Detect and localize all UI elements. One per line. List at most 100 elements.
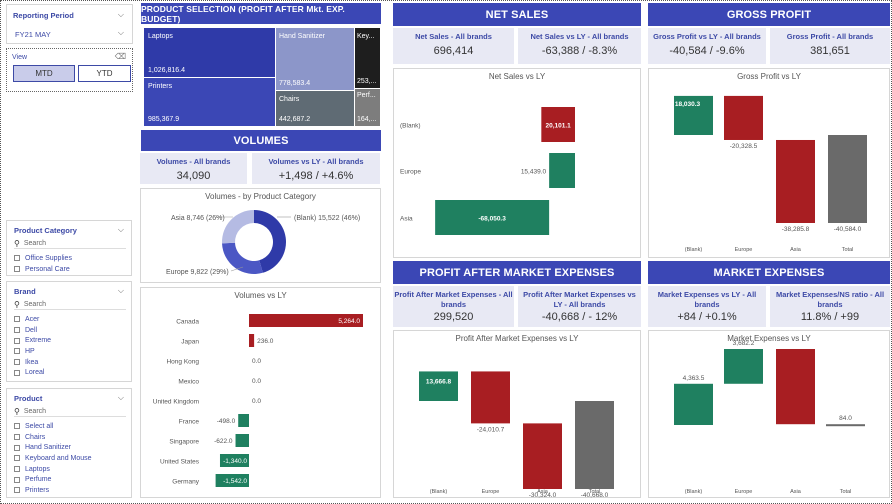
list-item[interactable]: Laptops bbox=[14, 464, 92, 475]
checkbox[interactable] bbox=[14, 327, 20, 334]
volumes-header: VOLUMES bbox=[141, 130, 381, 151]
checkbox[interactable] bbox=[14, 359, 20, 366]
list-item[interactable]: Hand Sanitizer bbox=[14, 442, 92, 453]
search-icon: ⚲ bbox=[14, 406, 20, 416]
item-label: Office Supplies bbox=[25, 254, 72, 262]
checkbox[interactable] bbox=[14, 266, 20, 273]
chevron-down-icon[interactable]: ⌵ bbox=[118, 10, 124, 20]
volumes-bar-chart: Canada 5,264.0 Japan 236.0 Hong Kong 0.0 Mexic… bbox=[153, 314, 363, 487]
category-label: Mexico bbox=[178, 379, 199, 386]
category-label: France bbox=[179, 419, 200, 426]
gross-profit-header: GROSS PROFIT bbox=[648, 3, 890, 26]
search-icon: ⚲ bbox=[14, 238, 20, 248]
list-item[interactable]: Perfume bbox=[14, 474, 92, 485]
category-label: Asia bbox=[790, 489, 802, 495]
bar bbox=[249, 334, 255, 347]
eraser-icon[interactable]: ⌫ bbox=[115, 52, 126, 61]
kpi-label: Net Sales vs LY - All brands bbox=[530, 32, 629, 41]
list-item[interactable]: Printers bbox=[14, 485, 92, 496]
product-search[interactable]: ⚲ Search bbox=[14, 406, 126, 417]
checkbox[interactable] bbox=[14, 476, 20, 483]
product-category-search[interactable]: ⚲ Search bbox=[14, 238, 126, 249]
category-label: Hong Kong bbox=[166, 359, 199, 366]
checkbox[interactable] bbox=[14, 348, 20, 355]
checkbox[interactable] bbox=[14, 455, 20, 462]
category-label: United Kingdom bbox=[153, 399, 199, 406]
bar bbox=[471, 371, 510, 424]
list-item[interactable]: Office Supplies bbox=[14, 253, 72, 264]
item-label: Extreme bbox=[25, 337, 52, 345]
list-item[interactable]: Acer bbox=[14, 314, 51, 325]
chevron-down-icon[interactable]: ⌵ bbox=[118, 286, 124, 296]
list-item[interactable]: Chairs bbox=[14, 432, 92, 443]
checkbox[interactable] bbox=[14, 369, 20, 376]
chevron-down-icon[interactable]: ⌵ bbox=[118, 225, 124, 235]
treemap-tile-printers[interactable]: Printers 985,367.9 bbox=[144, 78, 275, 126]
checkbox[interactable] bbox=[14, 316, 20, 323]
bar bbox=[776, 139, 815, 223]
tile-value: 985,367.9 bbox=[148, 116, 180, 123]
donut-label-europe: Europe 9,822 (29%) bbox=[166, 269, 229, 276]
data-label: -24,010.7 bbox=[477, 426, 505, 433]
kpi-value: -63,388 / -8.3% bbox=[541, 45, 618, 57]
checkbox[interactable] bbox=[14, 337, 20, 344]
mtd-button[interactable]: MTD bbox=[13, 65, 75, 82]
category-label: Singapore bbox=[169, 439, 199, 446]
checkbox[interactable] bbox=[14, 466, 20, 473]
category-label: (Blank) bbox=[430, 489, 448, 495]
view-slicer: View ⌫ MTD YTD bbox=[6, 48, 133, 92]
checkbox[interactable] bbox=[14, 423, 20, 430]
search-icon: ⚲ bbox=[14, 299, 20, 309]
category-label: Europe bbox=[400, 169, 421, 176]
brand-title: Brand bbox=[14, 287, 36, 296]
chevron-down-icon[interactable]: ⌵ bbox=[118, 28, 124, 38]
profit-after-market-chart-panel: Profit After Market Expenses vs LY (Blan… bbox=[393, 330, 641, 499]
reporting-period-title: Reporting Period bbox=[13, 11, 74, 20]
data-label: -7,961.8 bbox=[784, 438, 808, 445]
tile-label: Printers bbox=[148, 83, 173, 90]
search-placeholder: Search bbox=[23, 239, 47, 247]
market-expenses-waterfall: (Blank) 4,363.5 Europe 3,682.2 Asia -7,961.8 T… bbox=[674, 340, 865, 495]
data-label: -40,668.0 bbox=[581, 492, 609, 499]
treemap-tile-perfume[interactable]: Perf... 164,... bbox=[355, 89, 380, 126]
bar bbox=[419, 371, 458, 401]
checkbox[interactable] bbox=[14, 444, 20, 451]
category-label: Asia bbox=[790, 247, 802, 253]
item-label: Loreal bbox=[25, 369, 45, 377]
kpi-label: Volumes vs LY - All brands bbox=[268, 157, 364, 166]
treemap-tile-hand-sanitizer[interactable]: Hand Sanitizer 778,583.4 bbox=[276, 28, 354, 90]
data-label: -1,542.0 bbox=[223, 478, 247, 485]
list-item[interactable]: Dell bbox=[14, 325, 51, 336]
list-item[interactable]: Ikea bbox=[14, 357, 51, 368]
donut-chart: Asia 8,746 (26%) (Blank) 15,522 (46%) Eu… bbox=[166, 210, 360, 276]
category-label: Asia bbox=[400, 216, 413, 223]
checkbox[interactable] bbox=[14, 434, 20, 441]
brand-search[interactable]: ⚲ Search bbox=[14, 299, 126, 310]
net-sales-kpi-card: Net Sales - All brands 696,414 bbox=[393, 28, 514, 64]
reporting-period-slicer[interactable]: Reporting Period ⌵ FY21 MAY ⌵ bbox=[6, 4, 133, 44]
data-label: 0.0 bbox=[252, 358, 261, 365]
tile-label: Laptops bbox=[148, 33, 173, 40]
treemap-tile-chairs[interactable]: Chairs 442,687.2 bbox=[276, 91, 354, 126]
treemap-tile-laptops[interactable]: Laptops 1,026,816.4 bbox=[144, 28, 275, 77]
chevron-down-icon[interactable]: ⌵ bbox=[118, 393, 124, 403]
ytd-button[interactable]: YTD bbox=[78, 65, 131, 82]
item-label: Acer bbox=[25, 315, 40, 323]
data-label: -38,285.8 bbox=[782, 226, 810, 233]
kpi-value: 34,090 bbox=[176, 170, 211, 182]
tile-label: Perf... bbox=[357, 92, 376, 99]
reporting-period-value[interactable]: FY21 MAY bbox=[15, 30, 51, 39]
list-item[interactable]: Select all bbox=[14, 421, 92, 432]
list-item[interactable]: Personal Care bbox=[14, 264, 72, 275]
list-item[interactable]: HP bbox=[14, 346, 51, 357]
mtd-label: MTD bbox=[35, 69, 53, 78]
treemap-tile-keyboard[interactable]: Key... 253,... bbox=[355, 28, 380, 88]
kpi-label: Gross Profit - All brands bbox=[786, 32, 874, 41]
list-item[interactable]: Keyboard and Mouse bbox=[14, 453, 92, 464]
list-item[interactable]: Extreme bbox=[14, 335, 51, 346]
checkbox[interactable] bbox=[14, 255, 20, 262]
checkbox[interactable] bbox=[14, 487, 20, 494]
list-item[interactable]: Loreal bbox=[14, 367, 51, 378]
category-label: (Blank) bbox=[400, 123, 421, 130]
volumes-donut-panel: Volumes - by Product Category Asia 8,746… bbox=[140, 188, 381, 283]
